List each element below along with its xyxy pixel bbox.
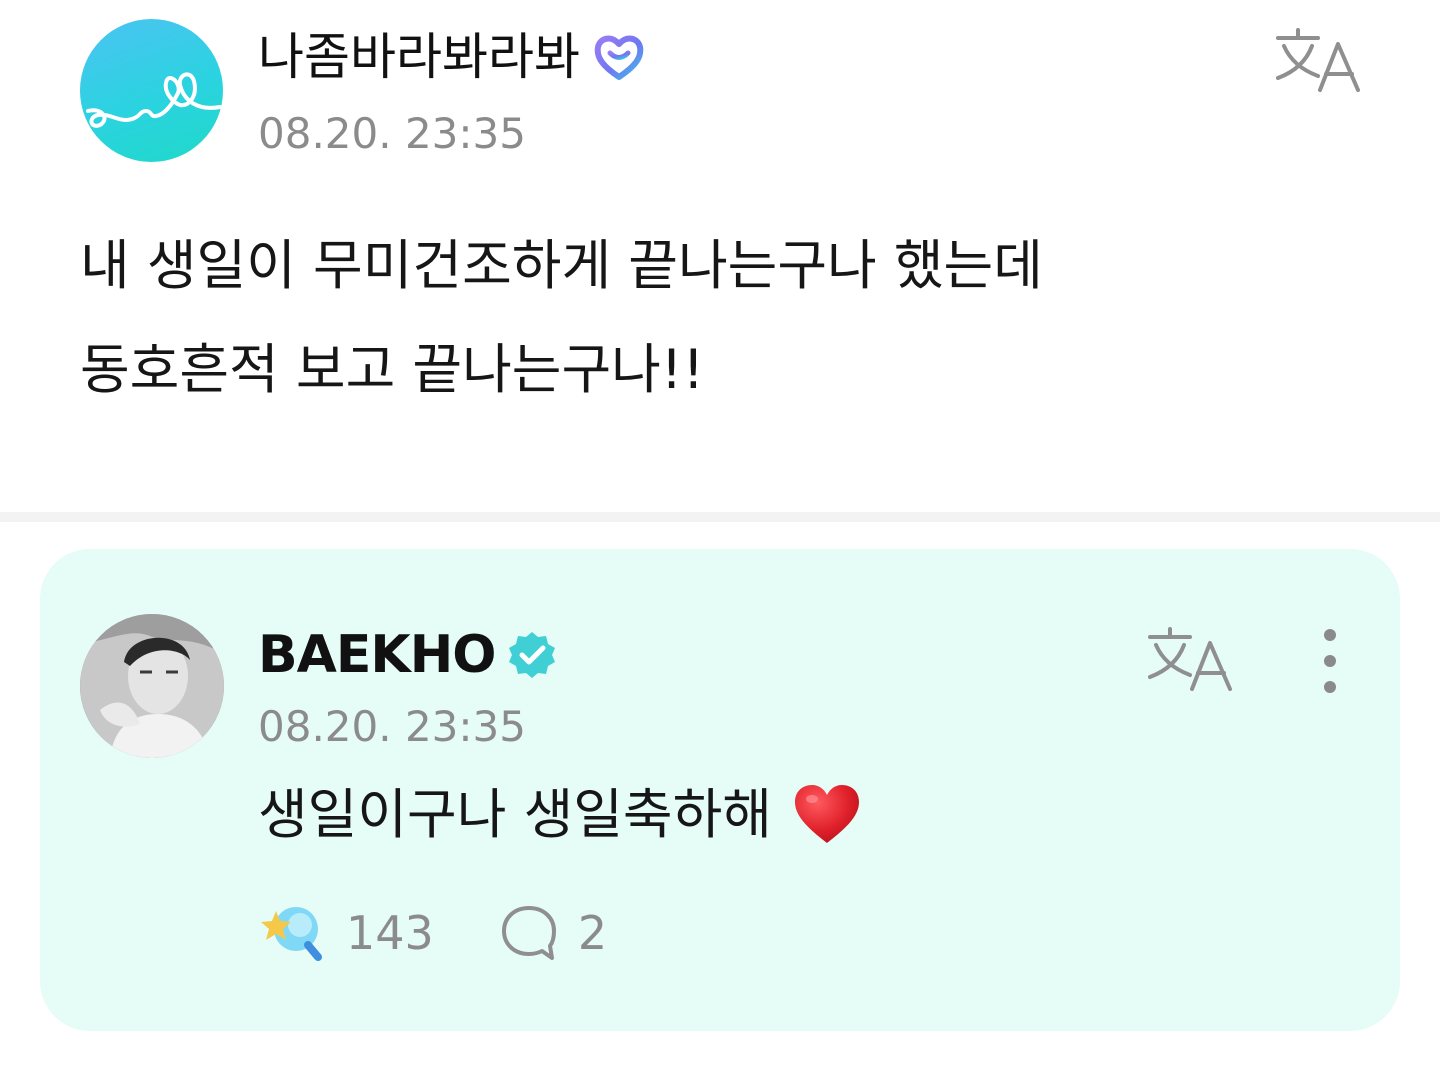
comment-body: 생일이구나 생일축하해: [258, 781, 862, 849]
comment-text: 생일이구나 생일축하해: [258, 783, 772, 846]
section-divider: [0, 512, 1440, 522]
artist-avatar-photo: [80, 614, 224, 758]
comment-timestamp: 08.20. 23:35: [258, 702, 526, 751]
star-lightstick-icon: [261, 907, 322, 961]
artist-comment-card[interactable]: BAEKHO 08.20. 23:35 생일이구나 생일축하해 143 2: [40, 549, 1400, 1031]
more-vertical-icon[interactable]: [1308, 629, 1352, 699]
post-author-name[interactable]: 나좀바라봐라봐: [258, 26, 580, 88]
comment-author[interactable]: BAEKHO: [258, 624, 557, 686]
weverse-post-page: 나좀바라봐라봐 08.20. 23:35 내 생일이 무미건조하게 끝나는구나 …: [0, 0, 1440, 1068]
more-dot: [1324, 629, 1336, 641]
post-author[interactable]: 나좀바라봐라봐: [258, 26, 646, 88]
post-translate-button[interactable]: [1274, 26, 1362, 96]
reply-count: 2: [577, 906, 608, 960]
post-body: 내 생일이 무미건조하게 끝나는구나 했는데 동호흔적 보고 끝나는구나!!: [80, 214, 1380, 422]
reaction-bar: 143 2: [258, 899, 607, 967]
reply-button[interactable]: 2: [500, 903, 607, 963]
speech-bubble-icon: [501, 906, 556, 960]
comment-author-name[interactable]: BAEKHO: [258, 624, 496, 686]
verified-check-icon: [509, 632, 556, 678]
translate-icon: [1148, 627, 1232, 691]
like-count: 143: [346, 906, 434, 960]
post-timestamp: 08.20. 23:35: [258, 109, 526, 158]
fan-membership-badge-icon: [594, 35, 644, 80]
more-dot: [1324, 681, 1336, 693]
post-body-line-2: 동호흔적 보고 끝나는구나!!: [80, 338, 705, 401]
post-body-line-1: 내 생일이 무미건조하게 끝나는구나 했는데: [80, 234, 1043, 297]
comment-translate-button[interactable]: [1146, 625, 1234, 695]
fan-post: 나좀바라봐라봐 08.20. 23:35 내 생일이 무미건조하게 끝나는구나 …: [0, 0, 1440, 512]
translate-icon: [1276, 28, 1360, 92]
artist-avatar[interactable]: [80, 614, 224, 758]
more-dot: [1324, 655, 1336, 667]
fan-avatar[interactable]: [80, 19, 223, 162]
red-heart-icon: [794, 785, 859, 843]
like-button[interactable]: 143: [258, 901, 434, 965]
fan-avatar-heart-doodle: [86, 72, 222, 128]
